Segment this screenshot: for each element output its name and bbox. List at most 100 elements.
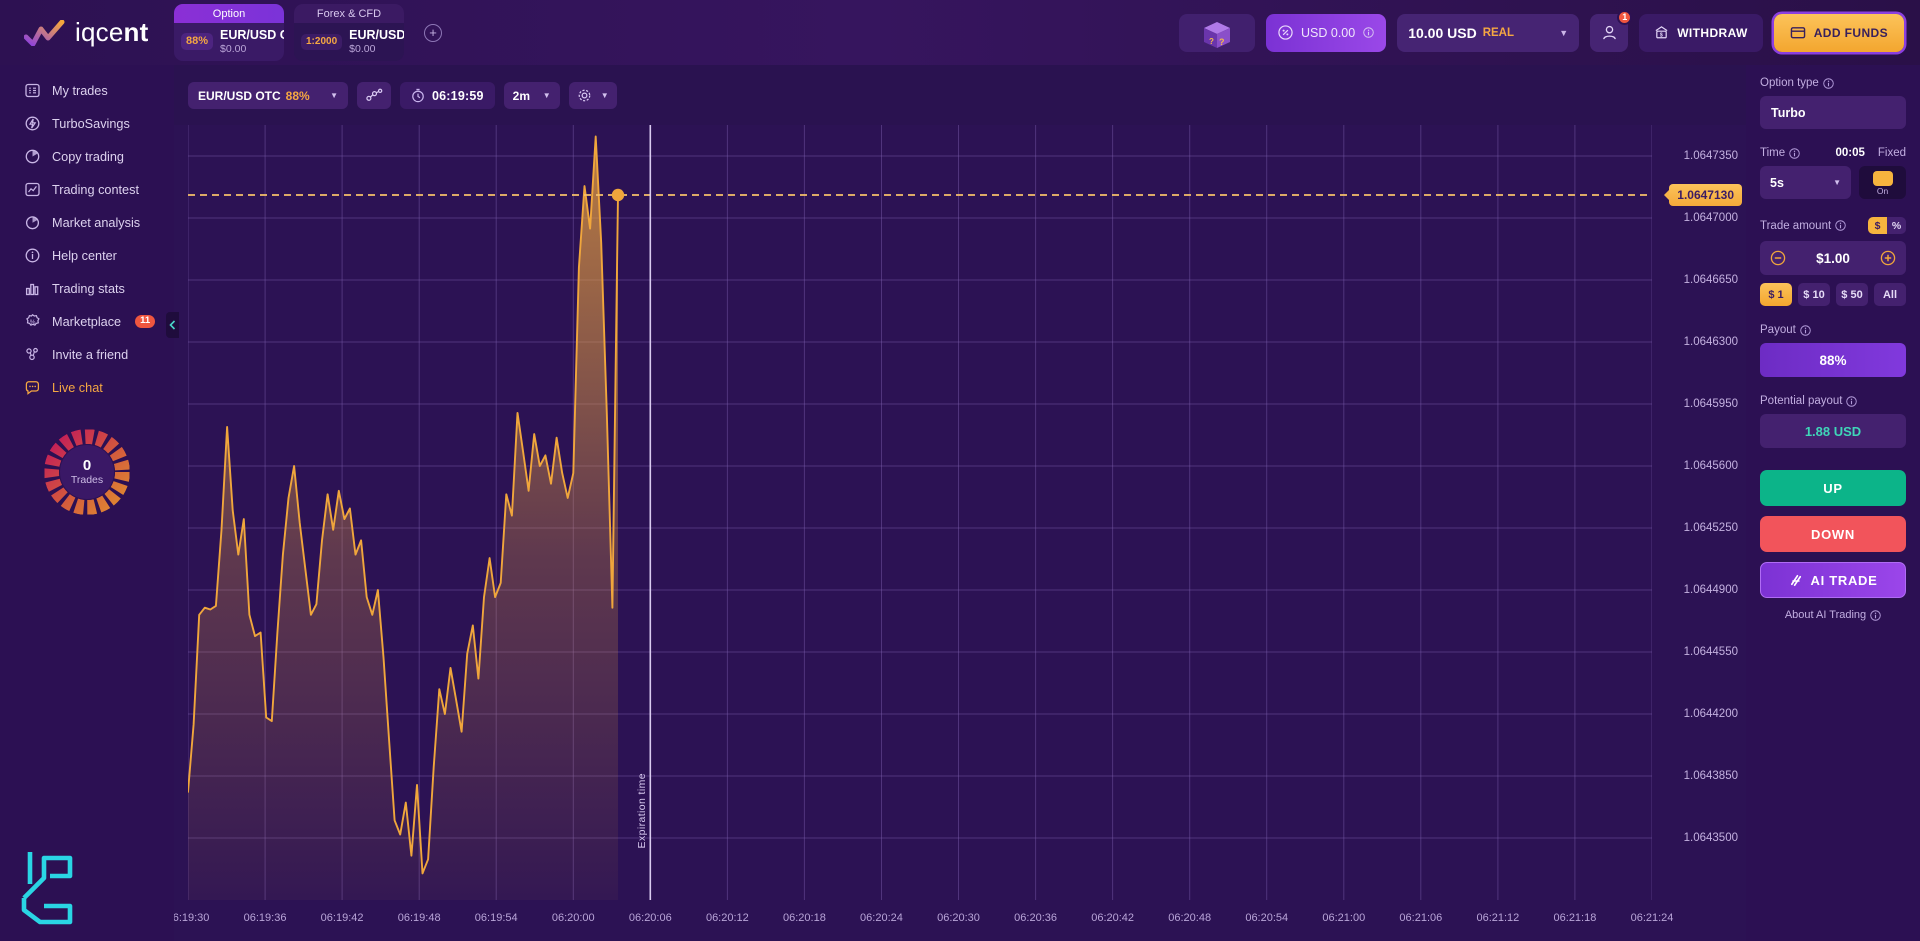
trade-amount-label: Trade amount [1760, 219, 1832, 232]
current-price-badge: 1.0647130 [1669, 183, 1742, 206]
price-axis-tick: 1.0644550 [1683, 646, 1738, 658]
time-axis: 06:19:30 06:19:36 06:19:42 06:19:48 06:19:54… [174, 900, 1746, 941]
ai-trade-button[interactable]: AI TRADE [1760, 562, 1906, 598]
sidebar-item-turbosavings[interactable]: TurboSavings [0, 107, 174, 140]
quick-amount-10[interactable]: $ 10 [1798, 283, 1830, 306]
time-axis-tick: 06:21:00 [1322, 912, 1366, 924]
sidebar-item-label: Invite a friend [52, 347, 129, 362]
sidebar-collapse-button[interactable] [166, 312, 179, 338]
currency-percent-option[interactable]: % [1887, 217, 1906, 234]
time-axis-tick: 06:21:18 [1553, 912, 1597, 924]
sidebar-item-badge: 11 [135, 314, 156, 329]
time-axis-tick: 06:19:54 [474, 912, 518, 924]
about-ai-label: About AI Trading [1784, 609, 1867, 621]
time-axis-tick: 06:21:24 [1630, 912, 1674, 924]
sidebar-item-market-analysis[interactable]: Market analysis [0, 206, 174, 239]
my-trades-icon [25, 83, 40, 98]
server-time-display[interactable]: 06:19:59 [400, 82, 495, 109]
potential-payout-label-row: Potential payout [1760, 395, 1906, 407]
withdraw-button[interactable]: $ WITHDRAW [1639, 13, 1763, 52]
asset-tab-header: Forex & CFD [294, 4, 404, 24]
account-type-badge: REAL [1482, 26, 1514, 39]
user-profile-button[interactable]: 1 [1590, 9, 1633, 52]
time-axis-tick: 06:21:06 [1399, 912, 1443, 924]
user-icon [1602, 25, 1616, 40]
add-funds-button[interactable]: ADD FUNDS [1773, 13, 1904, 52]
asset-tab-header: Option [174, 4, 284, 24]
add-funds-label: ADD FUNDS [1813, 25, 1888, 40]
currency-dollar-option[interactable]: $ [1868, 217, 1887, 234]
account-selector[interactable]: 10.00 USD REAL ▼ [1397, 13, 1580, 52]
asset-tab-price: $0.00 [349, 42, 376, 55]
sidebar-item-help-center[interactable]: Help center [0, 239, 174, 272]
buy-up-button[interactable]: UP [1760, 470, 1906, 506]
info-icon[interactable] [1789, 147, 1800, 159]
sidebar-item-label: Marketplace [52, 314, 122, 329]
lc-watermark-icon [21, 852, 73, 925]
option-type-selector[interactable]: Turbo [1760, 96, 1906, 129]
asset-payout-badge: 88% [181, 33, 214, 50]
chart-settings-button[interactable]: ▼ [568, 82, 617, 109]
bonus-balance-pill[interactable]: USD 0.00 [1266, 13, 1387, 52]
potential-payout-value: 1.88 USD [1804, 423, 1862, 439]
iqcent-logo-icon [24, 19, 65, 46]
brand-name: iqcent [75, 17, 149, 47]
info-icon[interactable] [1835, 220, 1846, 231]
asset-tab-forex-cfd[interactable]: Forex & CFD 1:2000 EUR/USD $0.00 [294, 4, 404, 61]
price-chart[interactable]: 1.0647350 1.0647000 1.0646650 1.0646300 1.06… [174, 125, 1746, 941]
sidebar-item-live-chat[interactable]: Live chat [0, 371, 174, 404]
sidebar-item-label: Help center [52, 248, 117, 263]
fixed-time-toggle[interactable]: On [1859, 166, 1906, 199]
sidebar-item-invite-a-friend[interactable]: Invite a friend [0, 338, 174, 371]
asset-tab-option[interactable]: Option 88% EUR/USD OTC $0.00 [174, 4, 284, 61]
selected-asset-name: EUR/USD OTC [198, 88, 281, 103]
asset-leverage-badge: 1:2000 [301, 33, 343, 50]
ai-trade-label: AI TRADE [1810, 572, 1878, 588]
info-icon[interactable] [1823, 77, 1834, 89]
asset-tab-price: $0.00 [220, 42, 247, 55]
sidebar-item-my-trades[interactable]: My trades [0, 74, 174, 107]
info-icon[interactable] [1363, 27, 1374, 38]
quick-amount-1[interactable]: $ 1 [1760, 283, 1792, 306]
mystery-box-icon: ? ? [1204, 21, 1230, 48]
sidebar-item-trading-contest[interactable]: Trading contest [0, 173, 174, 206]
account-balance: 10.00 USD [1408, 24, 1477, 41]
brand-logo[interactable]: iqcent [0, 17, 174, 48]
sidebar-item-trading-stats[interactable]: Trading stats [0, 272, 174, 305]
sidebar-item-copy-trading[interactable]: Copy trading [0, 140, 174, 173]
sidebar-item-label: My trades [52, 83, 108, 98]
help-center-icon [25, 248, 40, 263]
quick-amount-50[interactable]: $ 50 [1836, 283, 1868, 306]
asset-tab-list: Option 88% EUR/USD OTC $0.00 Forex & CFD… [174, 4, 442, 61]
decrease-amount-button[interactable] [1770, 250, 1786, 266]
sidebar-item-marketplace[interactable]: % Marketplace 11 [0, 305, 174, 338]
asset-selector-dropdown[interactable]: EUR/USD OTC 88% ▼ [188, 82, 348, 109]
trades-donut-chart [44, 429, 130, 515]
buy-down-button[interactable]: DOWN [1760, 516, 1906, 552]
timeframe-selector[interactable]: 2m ▼ [503, 82, 560, 109]
time-axis-tick: 06:19:36 [243, 912, 287, 924]
ai-sparkle-icon [1790, 574, 1801, 586]
chart-plot-area[interactable] [187, 125, 1653, 900]
add-asset-button[interactable]: + [424, 23, 442, 42]
potential-payout-label: Potential payout [1760, 395, 1843, 407]
chart-toolbar: EUR/USD OTC 88% ▼ 06:19:59 2m ▼ ▼ [188, 82, 617, 109]
price-axis-tick: 1.0645950 [1683, 398, 1738, 410]
down-label: DOWN [1811, 526, 1855, 542]
expiry-duration-selector[interactable]: 5s ▼ [1760, 166, 1851, 199]
quick-amount-all[interactable]: All [1874, 283, 1906, 306]
mystery-box-button[interactable]: ? ? [1179, 13, 1255, 52]
trades-widget[interactable]: 0 Trades [0, 428, 174, 516]
info-icon[interactable] [1800, 324, 1811, 336]
sidebar-item-label: Live chat [52, 380, 103, 395]
chart-overlay [188, 125, 1652, 900]
increase-amount-button[interactable] [1880, 250, 1896, 266]
info-icon[interactable] [1846, 395, 1858, 407]
fixed-label: Fixed [1877, 147, 1906, 159]
currency-unit-switch: $ % [1868, 217, 1906, 234]
about-ai-trading-link[interactable]: About AI Trading [1760, 609, 1906, 621]
sidebar-item-label: Market analysis [52, 215, 141, 230]
chart-type-button[interactable] [357, 82, 391, 109]
trade-amount-value[interactable]: $1.00 [1816, 251, 1850, 266]
up-label: UP [1823, 480, 1843, 496]
